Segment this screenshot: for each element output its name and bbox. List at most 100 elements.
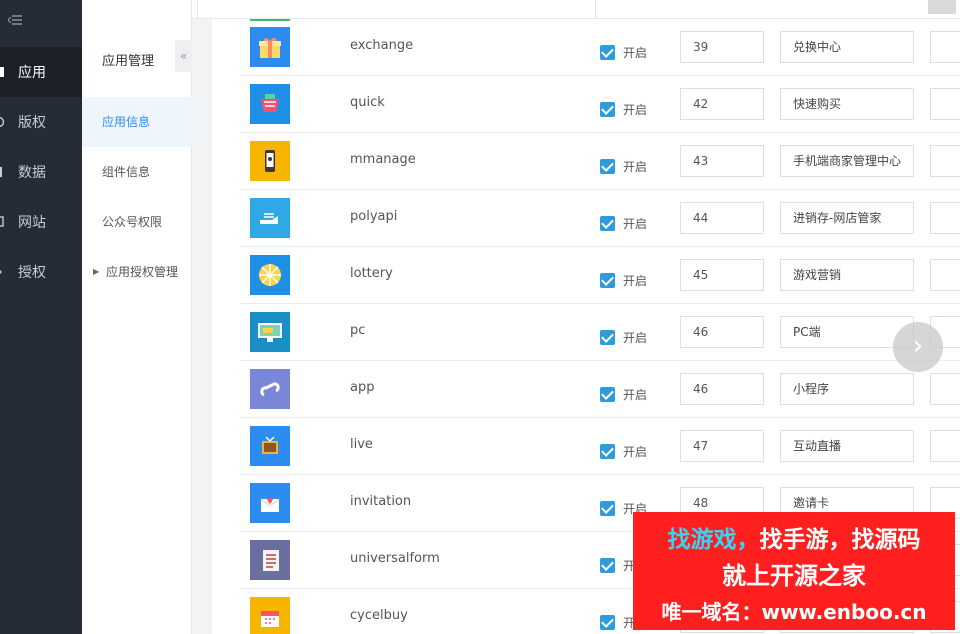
banner-text-white: 找手游，找源码 [759,527,921,553]
gift-icon [250,27,290,67]
app-name: quick [350,95,385,110]
title-input[interactable]: 兑换中心 [780,31,914,63]
banner-text-cyan: 找游戏， [667,527,760,553]
app-row-polyapi: polyapi 开启 44 进销存-网店管家 [240,190,960,247]
submenu-item-label: 应用授权管理 [106,265,179,279]
order-input[interactable]: 39 [680,31,764,63]
enable-checkbox[interactable] [600,216,615,231]
title-input[interactable]: 互动直播 [780,430,914,462]
app-row-live: live 开启 47 互动直播 [240,418,960,475]
app-name: invitation [350,494,412,509]
sidebar-item-auth[interactable]: 授权 [0,247,82,297]
extra-input[interactable] [930,88,960,120]
top-header [82,0,960,19]
order-input[interactable]: 46 [680,373,764,405]
header-divider [197,0,198,19]
phone-icon [250,141,290,181]
extra-input[interactable] [930,430,960,462]
collapse-submenu-button[interactable]: « [175,40,192,72]
extra-input[interactable] [930,373,960,405]
header-button[interactable] [928,0,956,14]
app-name: cycelbuy [350,608,408,623]
enable-checkbox[interactable] [600,615,615,630]
enable-label: 开启 [623,445,648,459]
sidebar-item-label: 数据 [18,165,46,181]
submenu-item-label: 公众号权限 [102,215,163,229]
banner-line-2: 就上开源之家 [722,562,866,590]
submenu-item-app-info[interactable]: 应用信息 [82,97,192,147]
enable-checkbox[interactable] [600,45,615,60]
enable-label: 开启 [623,160,648,174]
extra-input[interactable] [930,202,960,234]
extra-input[interactable] [930,31,960,63]
envelope-icon [250,483,290,523]
app-row-pc: pc 开启 46 PC端 [240,304,960,361]
main-sidebar: 应用 版权 数据 网站 授权 [0,0,82,634]
sidebar-item-data[interactable]: 数据 [0,147,82,197]
copyright-icon [0,115,10,129]
enable-checkbox[interactable] [600,159,615,174]
app-name: pc [350,323,366,338]
app-name: lottery [350,266,393,281]
title-input[interactable]: 小程序 [780,373,914,405]
title-input[interactable]: 手机端商家管理中心 [780,145,914,177]
title-input[interactable]: 快速购买 [780,88,914,120]
watermark-banner: 找游戏，找手游，找源码 就上开源之家 唯一域名：www.enboo.cn [633,512,955,630]
submenu-item-wechat-permission[interactable]: 公众号权限 [82,197,192,247]
sidebar-item-website[interactable]: 网站 [0,197,82,247]
app-name: exchange [350,38,414,53]
sidebar-item-label: 授权 [18,265,46,281]
enable-checkbox[interactable] [600,444,615,459]
auth-icon [0,265,10,279]
next-page-button[interactable]: › [893,322,943,372]
enable-checkbox[interactable] [600,558,615,573]
app-row-exchange: exchange 开启 39 兑换中心 [240,19,960,76]
submenu-title: 应用管理 [102,54,155,69]
sidebar-item-label: 应用 [18,65,46,81]
wheel-icon [250,255,290,295]
enable-checkbox[interactable] [600,387,615,402]
app-row-quick: quick 开启 42 快速购买 [240,76,960,133]
menu-collapse-icon[interactable] [0,14,82,34]
banner-line-1: 找游戏，找手游，找源码 [633,520,955,554]
sidebar-item-copyright[interactable]: 版权 [0,97,82,147]
title-input[interactable]: 进销存-网店管家 [780,202,914,234]
submenu-item-app-auth-manage[interactable]: ▶ 应用授权管理 [82,247,192,297]
order-input[interactable]: 43 [680,145,764,177]
order-input[interactable]: 47 [680,430,764,462]
submenu-item-label: 组件信息 [102,165,151,179]
enable-label: 开启 [623,103,648,117]
order-input[interactable]: 42 [680,88,764,120]
form-icon [250,540,290,580]
app-icon [0,65,10,79]
extra-input[interactable] [930,145,960,177]
app-name: mmanage [350,152,416,167]
app-row-lottery: lottery 开启 45 游戏营销 [240,247,960,304]
enable-checkbox[interactable] [600,501,615,516]
submenu-item-component-info[interactable]: 组件信息 [82,147,192,197]
header-divider [595,0,596,19]
extra-input[interactable] [930,259,960,291]
enable-checkbox[interactable] [600,102,615,117]
enable-label: 开启 [623,217,648,231]
order-input[interactable]: 44 [680,202,764,234]
enable-label: 开启 [623,331,648,345]
app-name: app [350,380,375,395]
sidebar-item-app[interactable]: 应用 [0,47,82,97]
website-icon [0,215,10,229]
enable-label: 开启 [623,388,648,402]
data-icon [0,165,10,179]
calendar-icon [250,597,290,634]
miniprogram-icon [250,369,290,409]
app-name: universalform [350,551,440,566]
enable-checkbox[interactable] [600,273,615,288]
cart-icon [250,84,290,124]
order-input[interactable]: 46 [680,316,764,348]
order-input[interactable]: 45 [680,259,764,291]
submenu-item-label: 应用信息 [102,115,151,129]
title-input[interactable]: 游戏营销 [780,259,914,291]
tv-icon [250,426,290,466]
enable-checkbox[interactable] [600,330,615,345]
enable-label: 开启 [623,46,648,60]
secondary-menu: 应用管理 « 应用信息 组件信息 公众号权限 ▶ 应用授权管理 [82,0,192,634]
